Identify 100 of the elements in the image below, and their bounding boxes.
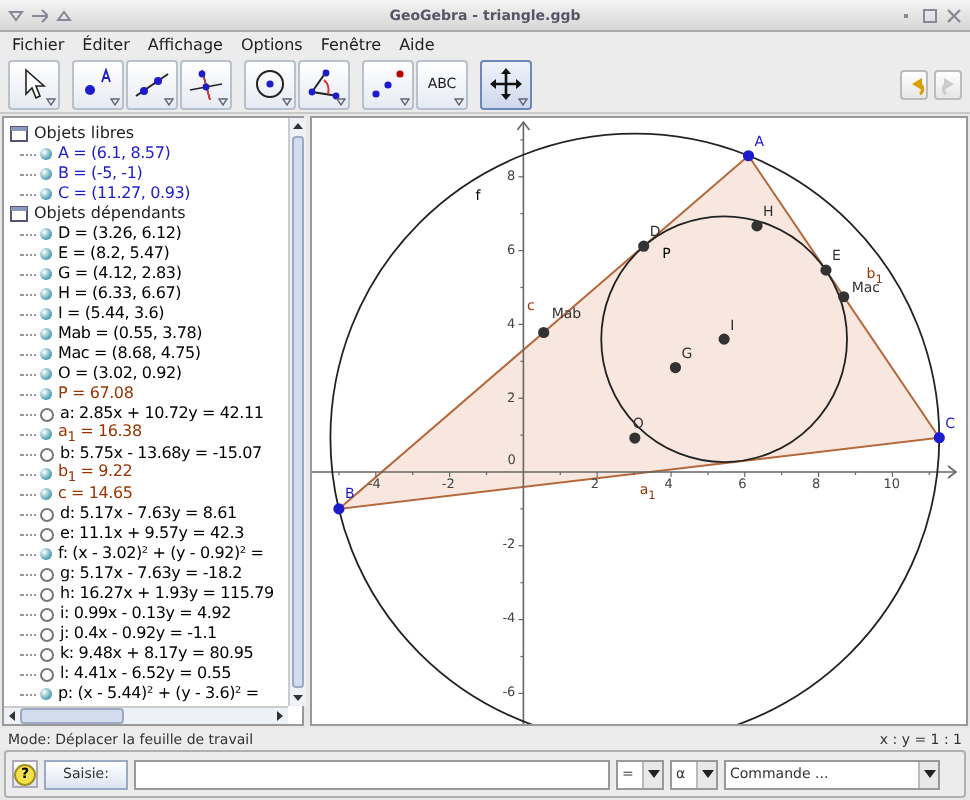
point[interactable] [718,333,730,345]
hidden-toggle[interactable] [40,647,54,661]
object-entry[interactable]: Mab = (0.55, 3.78) [58,324,203,344]
object-entry[interactable]: C = (11.27, 0.93) [58,184,191,204]
visible-toggle[interactable] [40,468,52,480]
tree-node-icon[interactable] [10,206,28,222]
perpendicular-lines-icon [188,68,224,100]
visible-toggle[interactable] [40,348,52,360]
object-entry[interactable]: A = (6.1, 8.57) [58,144,171,164]
object-entry[interactable]: c = 14.65 [58,484,133,504]
object-entry[interactable]: d: 5.17x - 7.63y = 8.61 [60,504,237,524]
horizontal-scrollbar[interactable] [4,706,288,724]
object-entry[interactable]: j: 0.4x - 0.92y = -1.1 [60,624,217,644]
tree-group-label[interactable]: Objets libres [34,124,135,144]
scroll-left-icon[interactable] [4,708,20,724]
undo-button[interactable] [900,69,928,99]
hidden-toggle[interactable] [40,587,54,601]
point[interactable] [629,432,641,444]
hidden-toggle[interactable] [40,527,54,541]
tool-button[interactable] [298,59,350,109]
tool-button[interactable] [72,59,124,109]
visible-toggle[interactable] [40,228,52,240]
visible-toggle[interactable] [40,168,52,180]
point[interactable] [838,291,850,303]
object-entry[interactable]: H = (6.33, 6.67) [58,284,182,304]
close-icon[interactable] [946,7,962,23]
object-entry[interactable]: D = (3.26, 6.12) [58,224,182,244]
object-entry[interactable]: b$_{1}$ = 9.22 [58,461,133,487]
vertical-scrollbar[interactable] [288,118,306,706]
visible-toggle[interactable] [40,368,52,380]
object-entry[interactable]: f: (x - 3.02)² + (y - 0.92)² = [58,544,264,564]
maximize-icon[interactable] [922,7,938,23]
object-entry[interactable]: I = (5.44, 3.6) [58,304,165,324]
scroll-up-icon[interactable] [290,118,306,134]
hidden-toggle[interactable] [40,667,54,681]
visible-toggle[interactable] [40,488,52,500]
hidden-toggle[interactable] [40,407,54,421]
visible-toggle[interactable] [40,188,52,200]
dropdown-icon [454,97,464,105]
point[interactable] [751,220,763,232]
menu-triangle-icon[interactable] [8,7,24,23]
visible-toggle[interactable] [40,688,52,700]
object-entry[interactable]: k: 9.48x + 8.17y = 80.95 [60,644,254,664]
redo-icon [937,72,959,96]
visible-toggle[interactable] [40,428,52,440]
point[interactable] [333,503,345,515]
input-field[interactable] [134,759,610,789]
hidden-toggle[interactable] [40,627,54,641]
point[interactable] [742,150,755,162]
object-entry[interactable]: b: 5.75x - 13.68y = -15.07 [60,444,262,464]
tool-button[interactable] [8,59,60,109]
tool-button[interactable] [362,59,414,109]
object-entry[interactable]: Mac = (8.68, 4.75) [58,344,201,364]
point[interactable] [638,240,650,252]
visible-toggle[interactable] [40,548,52,560]
point[interactable] [538,326,550,339]
object-entry[interactable]: a$_{1}$ = 16.38 [58,421,142,447]
object-entry[interactable]: a: 2.85x + 10.72y = 42.11 [60,404,264,424]
tree-group-label[interactable]: Objets dépendants [34,204,186,224]
menu-item[interactable]: Aide [399,35,435,53]
menu-item[interactable]: Fichier [12,35,65,53]
menu-item[interactable]: Éditer [82,35,130,53]
shade-arrows-icon[interactable] [32,7,48,23]
visible-toggle[interactable] [40,288,52,300]
visible-toggle[interactable] [40,268,52,280]
menu-item[interactable]: Fenêtre [320,35,382,53]
hidden-toggle[interactable] [40,567,54,581]
up-triangle-icon[interactable] [56,7,72,23]
object-entry[interactable]: E = (8.2, 5.47) [58,244,170,264]
point[interactable] [820,264,832,276]
visible-toggle[interactable] [40,308,52,320]
visible-toggle[interactable] [40,148,52,160]
tool-button[interactable] [126,59,178,109]
point[interactable] [669,361,682,374]
menu-item[interactable]: Options [240,35,303,53]
object-entry[interactable]: O = (3.02, 0.92) [58,364,182,384]
object-entry[interactable]: p: (x - 5.44)² + (y - 3.6)² = [58,684,259,704]
tree-node-icon[interactable] [10,126,28,142]
visible-toggle[interactable] [40,328,52,340]
object-entry[interactable]: P = 67.08 [58,384,134,404]
object-entry[interactable]: g: 5.17x - 7.63y = -18.2 [60,564,243,584]
menu-item[interactable]: Affichage [147,35,223,53]
tool-button[interactable] [480,59,532,109]
object-entry[interactable]: l: 4.41x - 6.52y = 0.55 [60,664,232,684]
point[interactable] [933,432,945,444]
visible-toggle[interactable] [40,248,52,260]
scroll-down-icon[interactable] [290,690,306,706]
tool-button[interactable] [180,59,232,109]
tool-button[interactable] [244,59,296,109]
object-entry[interactable]: i: 0.99x - 0.13y = 4.92 [60,604,232,624]
object-entry[interactable]: h: 16.27x + 1.93y = 115.79 [60,584,274,604]
hidden-toggle[interactable] [40,507,54,521]
object-entry[interactable]: G = (4.12, 2.83) [58,264,182,284]
scroll-right-icon[interactable] [272,708,288,724]
points-icon [370,68,406,100]
hidden-toggle[interactable] [40,447,54,461]
object-entry[interactable]: e: 11.1x + 9.57y = 42.3 [60,524,245,544]
hidden-toggle[interactable] [40,607,54,621]
visible-toggle[interactable] [40,388,52,400]
object-entry[interactable]: B = (-5, -1) [58,164,143,184]
